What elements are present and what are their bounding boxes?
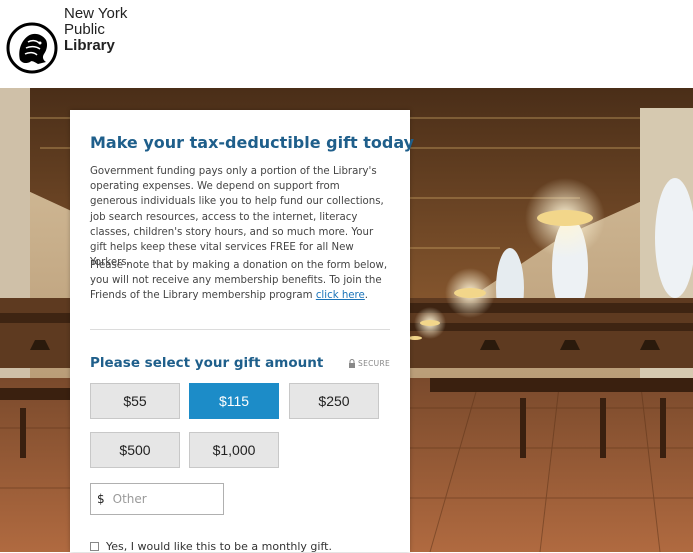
gift-amount-heading: Please select your gift amount — [90, 355, 324, 371]
logo-line-1: New York — [64, 5, 128, 22]
lock-icon — [349, 359, 356, 368]
amount-label: $115 — [218, 393, 250, 409]
nypl-lion-logo-icon[interactable] — [6, 22, 58, 74]
amount-button-55[interactable]: $55 — [90, 383, 180, 419]
amount-button-1000[interactable]: $1,000 — [189, 432, 279, 468]
amount-button-115[interactable]: $115 — [189, 383, 279, 419]
donation-title: Make your tax-deductible gift today — [90, 133, 415, 152]
amount-button-500[interactable]: $500 — [90, 432, 180, 468]
monthly-gift-label: Yes, I would like this to be a monthly g… — [106, 540, 332, 553]
amount-label: $55 — [123, 393, 147, 409]
currency-symbol: $ — [97, 492, 105, 506]
membership-note: Please note that by making a donation on… — [90, 258, 390, 304]
logo-wordmark[interactable]: New York Public Library — [64, 6, 127, 54]
amount-label: $250 — [318, 393, 350, 409]
amount-label: $500 — [119, 442, 151, 458]
other-amount-field[interactable]: $ — [90, 483, 224, 515]
donation-card: Make your tax-deductible gift today Gove… — [70, 110, 414, 553]
secure-badge: SECURE — [348, 359, 390, 368]
funding-description: Government funding pays only a portion o… — [90, 166, 384, 269]
amount-label: $1,000 — [212, 442, 256, 458]
monthly-gift-option[interactable]: Yes, I would like this to be a monthly g… — [90, 540, 332, 553]
membership-note-end: . — [364, 290, 369, 302]
logo-line-3: Library — [64, 37, 115, 54]
secure-label: SECURE — [358, 359, 390, 368]
amount-button-250[interactable]: $250 — [289, 383, 379, 419]
logo-line-2: Public — [64, 21, 105, 38]
site-header: New York Public Library — [0, 0, 693, 88]
click-here-link[interactable]: click here — [316, 290, 365, 301]
section-divider — [90, 329, 390, 330]
other-amount-input[interactable] — [110, 491, 215, 507]
monthly-gift-checkbox[interactable] — [90, 542, 99, 551]
